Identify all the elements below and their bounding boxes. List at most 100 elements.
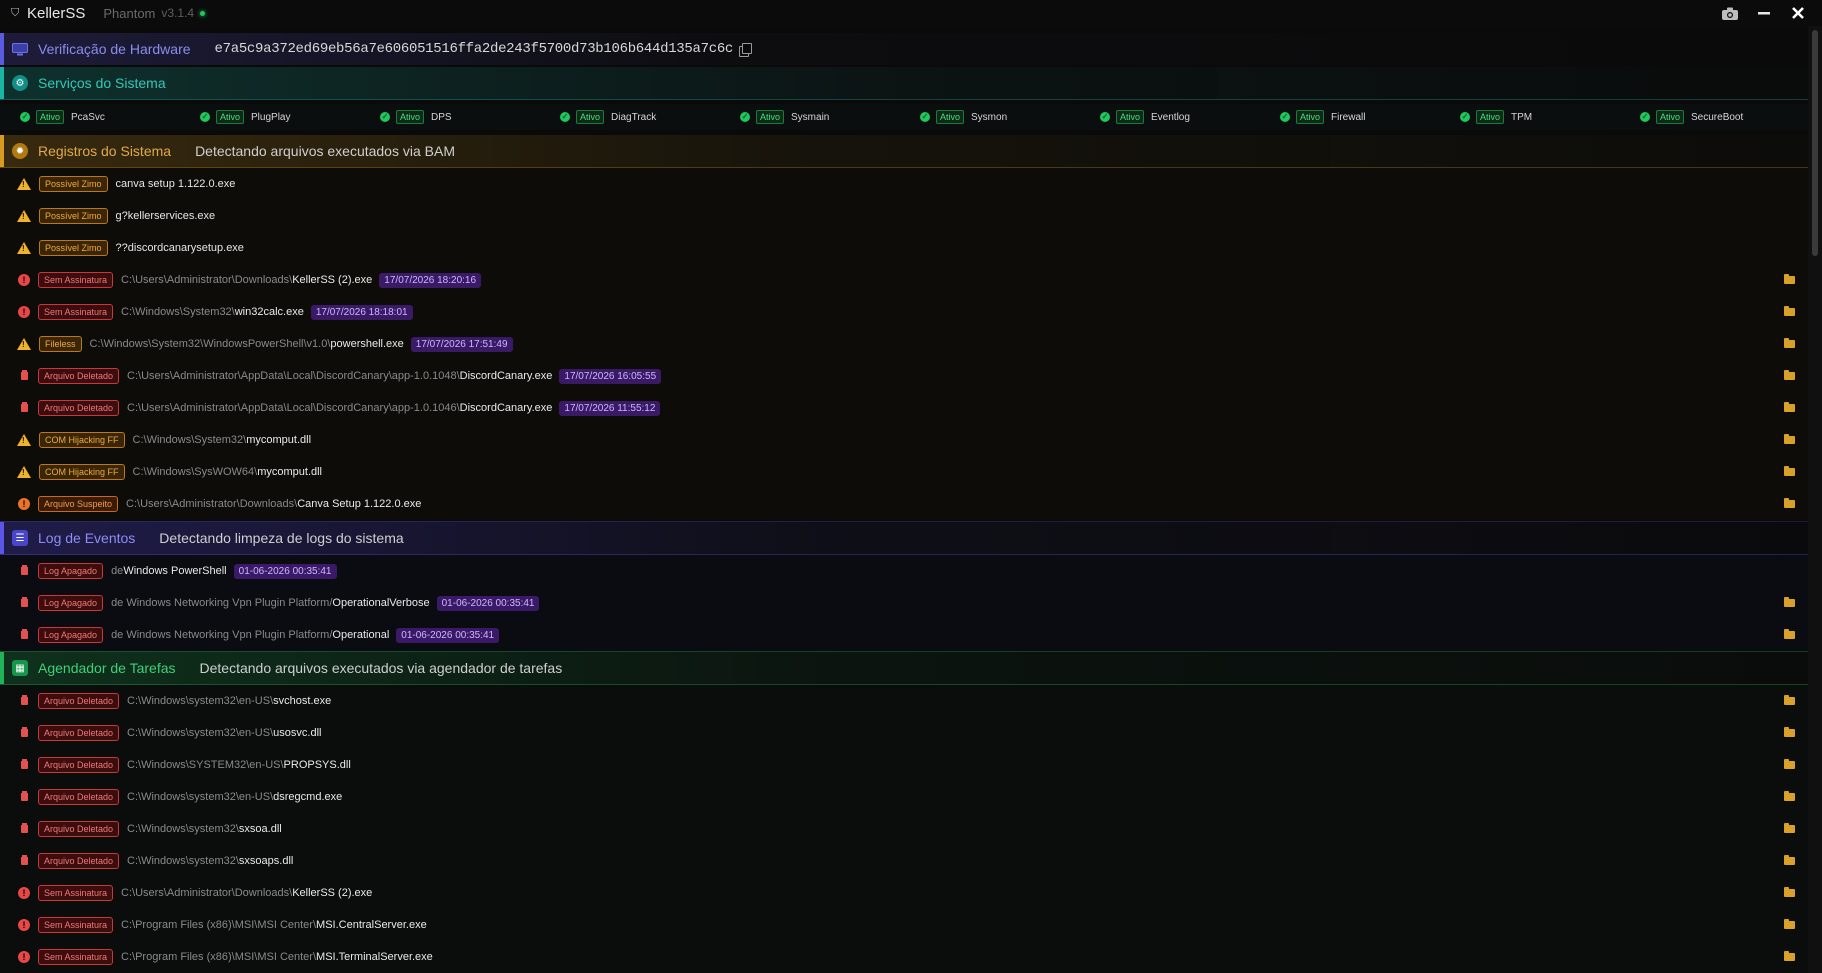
status-badge: Arquivo Suspeito	[38, 496, 119, 512]
trash-icon	[18, 727, 30, 739]
log-name: Operational	[332, 629, 390, 641]
list-item: Arquivo Deletado C:\Windows\system32\en-U…	[0, 685, 1808, 717]
services-title: Serviços do Sistema	[38, 75, 166, 91]
check-icon: ✓	[740, 112, 750, 122]
trash-icon	[18, 629, 30, 641]
file-path: C:\Windows\system32\	[127, 855, 239, 867]
file-name: win32calc.exe	[234, 306, 304, 318]
file-name: KellerSS (2).exe	[292, 887, 373, 899]
folder-icon[interactable]	[1784, 370, 1795, 380]
status-badge: Ativo	[36, 110, 65, 124]
warning-icon	[17, 178, 31, 190]
app-version: v3.1.4	[161, 6, 195, 20]
warning-icon	[17, 434, 31, 446]
file-name: dsregcmd.exe	[273, 791, 343, 803]
list-item: Possível Zimo ??discordcanarysetup.exe	[0, 232, 1808, 264]
list-item: Arquivo Deletado C:\Windows\system32\ sxso…	[0, 845, 1808, 877]
minimize-icon[interactable]	[1754, 3, 1774, 23]
folder-icon[interactable]	[1784, 951, 1795, 961]
trash-icon	[18, 823, 30, 835]
service-item: ✓ Ativo TPM	[1460, 107, 1532, 127]
registros-title: Registros do Sistema	[38, 143, 172, 159]
alert-icon: !	[18, 498, 30, 510]
folder-icon[interactable]	[1784, 791, 1795, 801]
service-name: PcaSvc	[71, 111, 105, 123]
status-badge: Possível Zimo	[39, 240, 108, 256]
folder-icon[interactable]	[1784, 338, 1795, 348]
file-name: usosvc.dll	[273, 727, 322, 739]
folder-icon[interactable]	[1784, 597, 1795, 607]
folder-icon[interactable]	[1784, 855, 1795, 865]
error-icon: !	[18, 887, 30, 899]
close-icon[interactable]	[1788, 3, 1808, 23]
check-icon: ✓	[20, 112, 30, 122]
status-badge: COM Hijacking FF	[39, 464, 125, 480]
logs-section: ☰ Log de Eventos Detectando limpeza de l…	[0, 521, 1808, 555]
folder-icon[interactable]	[1784, 919, 1795, 929]
folder-icon[interactable]	[1784, 434, 1795, 444]
list-item: Possível Zimo g?kellerservices.exe	[0, 200, 1808, 232]
logs-title: Log de Eventos	[38, 530, 136, 546]
status-badge: Sem Assinatura	[38, 304, 114, 320]
service-name: DiagTrack	[611, 111, 657, 123]
folder-icon[interactable]	[1784, 759, 1795, 769]
log-prefix: de Windows Networking Vpn Plugin Platfor…	[111, 597, 333, 609]
folder-icon[interactable]	[1784, 402, 1795, 412]
trash-icon	[18, 695, 30, 707]
status-badge: Possível Zimo	[39, 176, 108, 192]
scrollbar[interactable]	[1808, 26, 1822, 973]
folder-icon[interactable]	[1784, 498, 1795, 508]
scrollbar-thumb[interactable]	[1812, 30, 1818, 256]
services-section: ⚙ Serviços do Sistema	[0, 67, 1808, 100]
file-name: DiscordCanary.exe	[459, 402, 553, 414]
log-name: Windows PowerShell	[123, 565, 227, 577]
folder-icon[interactable]	[1784, 629, 1795, 639]
copy-icon[interactable]	[739, 42, 753, 57]
camera-icon[interactable]	[1720, 3, 1740, 23]
timestamp: 17/07/2026 18:20:16	[379, 272, 482, 288]
folder-icon[interactable]	[1784, 274, 1795, 284]
file-name: powershell.exe	[330, 338, 404, 350]
check-icon: ✓	[560, 112, 570, 122]
timestamp: 17/07/2026 11:55:12	[559, 400, 661, 416]
service-item: ✓ Ativo Sysmain	[740, 107, 829, 127]
folder-icon[interactable]	[1784, 306, 1795, 316]
list-item: Arquivo Deletado C:\Windows\system32\ sxso…	[0, 813, 1808, 845]
file-path: C:\Users\Administrator\AppData\Local\Dis…	[127, 370, 460, 382]
check-icon: ✓	[200, 112, 210, 122]
trash-icon	[18, 370, 30, 382]
service-name: PlugPlay	[251, 111, 291, 123]
file-name: sxsoaps.dll	[238, 855, 294, 867]
file-name: sxsoa.dll	[238, 823, 282, 835]
folder-icon[interactable]	[1784, 823, 1795, 833]
file-path: C:\Windows\SYSTEM32\en-US\	[127, 759, 284, 771]
folder-icon[interactable]	[1784, 887, 1795, 897]
warning-icon	[17, 466, 31, 478]
list-item: Log Apagado de Windows PowerShell 01-06-20…	[0, 555, 1808, 587]
hardware-section: Verificação de Hardware e7a5c9a372ed69eb…	[0, 33, 1808, 65]
registros-desc: Detectando arquivos executados via BAM	[195, 143, 455, 159]
hardware-hash: e7a5c9a372ed69eb56a7e606051516ffa2de243f…	[214, 41, 734, 57]
file-name: KellerSS (2).exe	[292, 274, 373, 286]
file-name: canva setup 1.122.0.exe	[115, 178, 236, 190]
status-badge: Arquivo Deletado	[38, 400, 120, 416]
folder-icon[interactable]	[1784, 695, 1795, 705]
file-name: DiscordCanary.exe	[459, 370, 553, 382]
file-name: MSI.TerminalServer.exe	[316, 951, 433, 963]
status-badge: Sem Assinatura	[38, 272, 114, 288]
tarefas-desc: Detectando arquivos executados via agend…	[199, 660, 563, 676]
status-badge: Ativo	[216, 110, 245, 124]
file-name: g?kellerservices.exe	[115, 210, 216, 222]
status-dot	[200, 10, 206, 16]
folder-icon[interactable]	[1784, 466, 1795, 476]
timestamp: 01-06-2026 00:35:41	[436, 595, 540, 611]
service-name: Firewall	[1331, 111, 1366, 123]
status-badge: COM Hijacking FF	[39, 432, 125, 448]
service-item: ✓ Ativo SecureBoot	[1640, 107, 1743, 127]
folder-icon[interactable]	[1784, 727, 1795, 737]
status-badge: Ativo	[1656, 110, 1685, 124]
check-icon: ✓	[1100, 112, 1110, 122]
status-badge: Possível Zimo	[39, 208, 108, 224]
check-icon: ✓	[920, 112, 930, 122]
status-badge: Log Apagado	[38, 595, 104, 611]
